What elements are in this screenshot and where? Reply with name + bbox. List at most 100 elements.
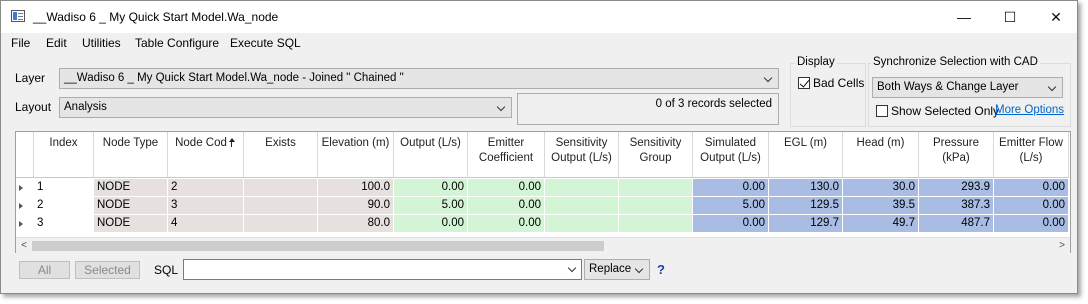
cell-emitter-flow[interactable]: 0.00 xyxy=(994,179,1069,197)
column-header-egl[interactable]: EGL (m) xyxy=(769,132,843,178)
selected-button[interactable]: Selected xyxy=(75,261,140,279)
column-header-sensitivity-group[interactable]: Sensitivity Group xyxy=(619,132,693,178)
menu-edit[interactable]: Edit xyxy=(46,36,67,50)
cell-output[interactable]: 5.00 xyxy=(394,197,468,215)
cell-head[interactable]: 49.7 xyxy=(843,215,919,233)
cell-elevation[interactable]: 90.0 xyxy=(318,197,394,215)
layout-select-value: Analysis xyxy=(64,101,107,113)
replace-select[interactable]: Replace xyxy=(584,259,650,280)
display-group: Display Bad Cells xyxy=(790,56,866,127)
column-header-simulated-output[interactable]: Simulated Output (L/s) xyxy=(693,132,769,178)
maximize-button[interactable]: ☐ xyxy=(987,1,1033,33)
chevron-down-icon xyxy=(568,263,578,275)
cell-pressure[interactable]: 487.7 xyxy=(919,215,994,233)
cell-index[interactable]: 3 xyxy=(34,215,94,233)
layer-select[interactable]: __Wadiso 6 _ My Quick Start Model.Wa_nod… xyxy=(59,68,779,89)
cell-index[interactable]: 1 xyxy=(34,179,94,197)
cell-node-code[interactable]: 3 xyxy=(168,197,244,215)
column-header-head[interactable]: Head (m) xyxy=(843,132,919,178)
row-expand-icon xyxy=(19,185,23,191)
cell-simulated-output[interactable]: 5.00 xyxy=(693,197,769,215)
column-header-label: Sensitivity Output (L/s) xyxy=(551,137,612,164)
row-header[interactable] xyxy=(16,179,34,197)
column-header-node-code[interactable]: Node Cod xyxy=(168,132,244,178)
cell-egl[interactable]: 129.7 xyxy=(769,215,843,233)
column-header-emitter-coefficient[interactable]: Emitter Coefficient xyxy=(468,132,545,178)
column-header-index[interactable]: Index xyxy=(34,132,94,178)
row-header[interactable] xyxy=(16,215,34,233)
bad-cells-checkbox[interactable] xyxy=(798,77,810,89)
row-header[interactable] xyxy=(16,197,34,215)
horizontal-scrollbar[interactable]: < > xyxy=(16,237,1070,253)
scroll-right-icon[interactable]: > xyxy=(1055,239,1069,253)
column-header-elevation[interactable]: Elevation (m) xyxy=(318,132,394,178)
cell-sensitivity-group[interactable] xyxy=(619,179,693,197)
cell-elevation[interactable]: 100.0 xyxy=(318,179,394,197)
scroll-left-icon[interactable]: < xyxy=(17,239,31,253)
scrollbar-thumb[interactable] xyxy=(32,241,604,251)
cell-pressure[interactable]: 293.9 xyxy=(919,179,994,197)
column-header-output[interactable]: Output (L/s) xyxy=(394,132,468,178)
menu-table-configure[interactable]: Table Configure xyxy=(135,36,219,50)
cell-head[interactable]: 39.5 xyxy=(843,197,919,215)
data-grid[interactable]: Index Node Type Node Cod Exists Elevation (m… xyxy=(15,131,1071,253)
column-header-sensitivity-output[interactable]: Sensitivity Output (L/s) xyxy=(545,132,619,178)
menu-utilities[interactable]: Utilities xyxy=(82,36,121,50)
layout-select[interactable]: Analysis xyxy=(59,97,512,118)
cell-output[interactable]: 0.00 xyxy=(394,215,468,233)
cell-sensitivity-group[interactable] xyxy=(619,197,693,215)
cell-sensitivity-output[interactable] xyxy=(545,197,619,215)
cell-emitter-coefficient[interactable]: 0.00 xyxy=(468,215,545,233)
cell-emitter-coefficient[interactable]: 0.00 xyxy=(468,197,545,215)
chevron-down-icon xyxy=(764,72,774,84)
column-header-node-type[interactable]: Node Type xyxy=(94,132,168,178)
menu-file[interactable]: File xyxy=(11,36,30,50)
cell-egl[interactable]: 130.0 xyxy=(769,179,843,197)
bad-cells-label: Bad Cells xyxy=(813,76,865,90)
cell-head[interactable]: 30.0 xyxy=(843,179,919,197)
sync-mode-select[interactable]: Both Ways & Change Layer xyxy=(872,77,1063,98)
cell-pressure[interactable]: 387.3 xyxy=(919,197,994,215)
display-group-title: Display xyxy=(795,56,837,68)
cell-output[interactable]: 0.00 xyxy=(394,179,468,197)
show-selected-checkbox[interactable] xyxy=(876,105,888,117)
cell-node-code[interactable]: 2 xyxy=(168,179,244,197)
cell-sensitivity-group[interactable] xyxy=(619,215,693,233)
column-header-pressure[interactable]: Pressure (kPa) xyxy=(919,132,994,178)
cell-sensitivity-output[interactable] xyxy=(545,179,619,197)
cell-elevation[interactable]: 80.0 xyxy=(318,215,394,233)
close-button[interactable]: ✕ xyxy=(1033,1,1077,33)
minimize-button[interactable]: — xyxy=(941,1,987,33)
cell-node-code[interactable]: 4 xyxy=(168,215,244,233)
cell-emitter-flow[interactable]: 0.00 xyxy=(994,197,1069,215)
cell-sensitivity-output[interactable] xyxy=(545,215,619,233)
help-icon[interactable]: ? xyxy=(657,262,665,277)
cell-exists[interactable] xyxy=(244,215,318,233)
more-options-link[interactable]: More Options xyxy=(995,104,1064,116)
sql-input[interactable] xyxy=(183,259,582,280)
column-header-label: Node Type xyxy=(102,137,159,149)
column-header-label: Output (L/s) xyxy=(400,137,461,149)
column-header-exists[interactable]: Exists xyxy=(244,132,318,178)
column-header-emitter-flow[interactable]: Emitter Flow (L/s) xyxy=(994,132,1069,178)
cell-node-type[interactable]: NODE xyxy=(94,215,168,233)
cell-emitter-coefficient[interactable]: 0.00 xyxy=(468,179,545,197)
menu-execute-sql[interactable]: Execute SQL xyxy=(230,36,301,50)
cell-exists[interactable] xyxy=(244,197,318,215)
cell-simulated-output[interactable]: 0.00 xyxy=(693,179,769,197)
cell-exists[interactable] xyxy=(244,179,318,197)
cell-node-type[interactable]: NODE xyxy=(94,197,168,215)
cell-index[interactable]: 2 xyxy=(34,197,94,215)
records-status-text: 0 of 3 records selected xyxy=(655,98,772,110)
select-all-button[interactable]: All xyxy=(19,261,70,279)
column-header-label: Elevation (m) xyxy=(321,137,390,149)
column-header-label: Simulated Output (L/s) xyxy=(700,137,761,164)
column-header-label: Node Cod xyxy=(175,137,227,149)
cell-egl[interactable]: 129.5 xyxy=(769,197,843,215)
cell-emitter-flow[interactable]: 0.00 xyxy=(994,215,1069,233)
sql-label: SQL xyxy=(154,263,179,277)
cell-node-type[interactable]: NODE xyxy=(94,179,168,197)
title-bar[interactable]: __Wadiso 6 _ My Quick Start Model.Wa_nod… xyxy=(1,1,1077,33)
cell-simulated-output[interactable]: 0.00 xyxy=(693,215,769,233)
sync-group: Synchronize Selection with CAD Both Ways… xyxy=(868,56,1071,127)
